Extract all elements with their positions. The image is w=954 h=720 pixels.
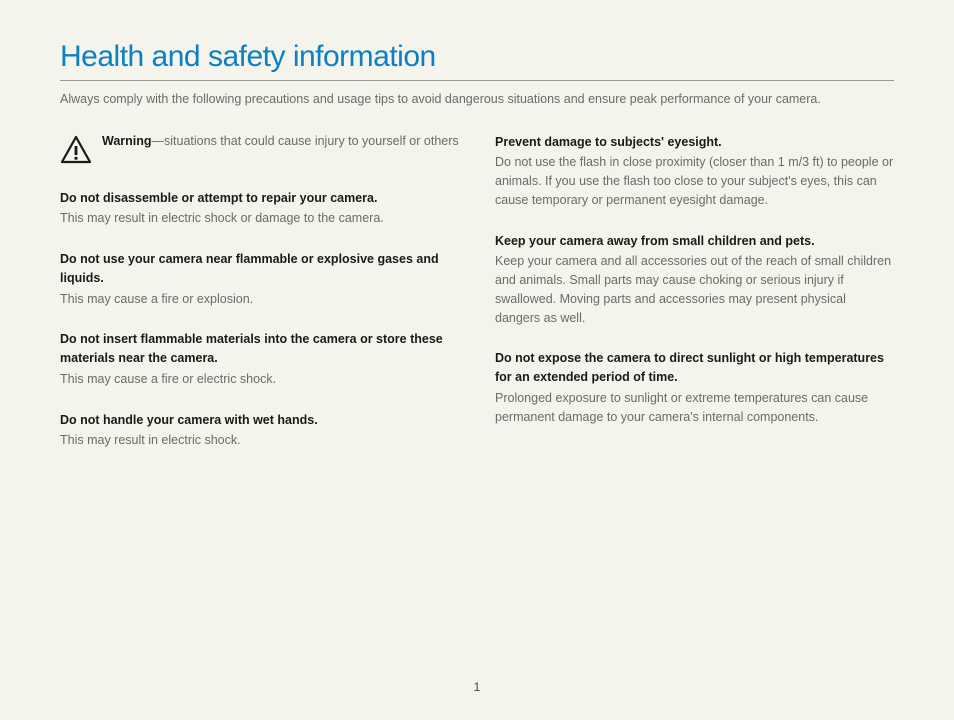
- section-body: Prolonged exposure to sunlight or extrem…: [495, 389, 894, 427]
- section-body: This may result in electric shock.: [60, 431, 459, 450]
- section-body: Do not use the flash in close proximity …: [495, 153, 894, 209]
- warning-description: —situations that could cause injury to y…: [152, 134, 459, 148]
- section: Keep your camera away from small childre…: [495, 232, 894, 328]
- section: Do not expose the camera to direct sunli…: [495, 349, 894, 426]
- section-body: This may cause a fire or explosion.: [60, 290, 459, 309]
- left-column: Warning—situations that could cause inju…: [60, 133, 459, 473]
- content-columns: Warning—situations that could cause inju…: [60, 133, 894, 473]
- section-title: Keep your camera away from small childre…: [495, 232, 894, 251]
- section-title: Do not handle your camera with wet hands…: [60, 411, 459, 430]
- section-title: Do not disassemble or attempt to repair …: [60, 189, 459, 208]
- warning-label: Warning: [102, 134, 152, 148]
- page-number: 1: [0, 680, 954, 694]
- section-title: Prevent damage to subjects' eyesight.: [495, 133, 894, 152]
- section: Do not disassemble or attempt to repair …: [60, 189, 459, 229]
- section-title: Do not expose the camera to direct sunli…: [495, 349, 894, 387]
- section-title: Do not insert flammable materials into t…: [60, 330, 459, 368]
- section: Prevent damage to subjects' eyesight. Do…: [495, 133, 894, 210]
- section-body: This may result in electric shock or dam…: [60, 209, 459, 228]
- right-column: Prevent damage to subjects' eyesight. Do…: [495, 133, 894, 473]
- warning-text: Warning—situations that could cause inju…: [102, 133, 459, 151]
- section-body: Keep your camera and all accessories out…: [495, 252, 894, 327]
- warning-triangle-icon: [60, 135, 92, 165]
- page-title: Health and safety information: [60, 40, 894, 81]
- section: Do not use your camera near flammable or…: [60, 250, 459, 308]
- section: Do not handle your camera with wet hands…: [60, 411, 459, 451]
- intro-text: Always comply with the following precaut…: [60, 91, 894, 109]
- warning-header: Warning—situations that could cause inju…: [60, 133, 459, 165]
- section-body: This may cause a fire or electric shock.: [60, 370, 459, 389]
- section-title: Do not use your camera near flammable or…: [60, 250, 459, 288]
- section: Do not insert flammable materials into t…: [60, 330, 459, 388]
